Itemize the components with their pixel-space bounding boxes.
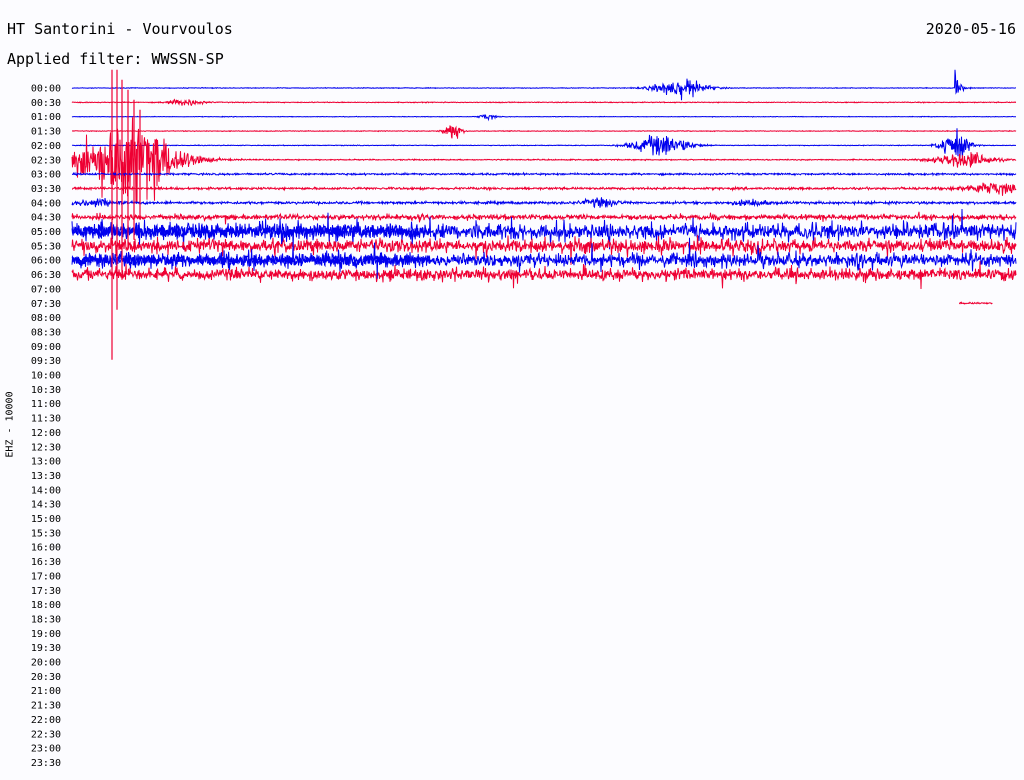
row-time-label: 15:00 xyxy=(31,514,61,525)
row-time-label: 21:30 xyxy=(31,701,61,712)
row-time-label: 04:00 xyxy=(31,198,61,209)
trace-segment-0730 xyxy=(958,301,993,305)
row-time-label: 06:00 xyxy=(31,256,61,267)
row-time-label: 02:30 xyxy=(31,155,61,166)
row-time-label: 13:00 xyxy=(31,457,61,468)
trace-0200 xyxy=(71,128,1016,160)
row-time-label: 11:00 xyxy=(31,399,61,410)
row-time-label: 03:00 xyxy=(31,170,61,181)
row-time-label: 00:30 xyxy=(31,98,61,109)
row-time-label: 07:30 xyxy=(31,299,61,310)
row-time-label: 16:00 xyxy=(31,543,61,554)
trace-0230 xyxy=(71,117,1017,205)
row-time-label: 17:30 xyxy=(31,586,61,597)
row-time-label: 22:00 xyxy=(31,715,61,726)
row-time-label: 19:00 xyxy=(31,629,61,640)
trace-0100 xyxy=(71,113,1016,122)
row-time-label: 09:00 xyxy=(31,342,61,353)
row-time-label: 20:30 xyxy=(31,672,61,683)
row-time-label: 01:30 xyxy=(31,127,61,138)
row-time-label: 18:30 xyxy=(31,614,61,625)
helicorder-plot: 00:00 00:30 01:00 01:30 02:00 02:30 03:00 03:30… xyxy=(31,69,1017,769)
row-time-label: 03:30 xyxy=(31,184,61,195)
row-time-label: 23:00 xyxy=(31,744,61,755)
row-time-label: 12:30 xyxy=(31,442,61,453)
row-time-label: 20:00 xyxy=(31,658,61,669)
seismogram-page: HT Santorini - Vourvoulos 2020-05-16 App… xyxy=(0,0,1024,780)
row-time-label: 21:00 xyxy=(31,686,61,697)
row-time-label: 09:30 xyxy=(31,356,61,367)
row-time-label: 01:00 xyxy=(31,112,61,123)
row-time-label: 13:30 xyxy=(31,471,61,482)
row-time-label: 00:00 xyxy=(31,84,61,95)
row-time-label: 05:00 xyxy=(31,227,61,238)
row-time-label: 10:00 xyxy=(31,371,61,382)
trace-0300 xyxy=(71,171,1017,177)
row-time-label: 15:30 xyxy=(31,528,61,539)
row-time-label: 08:30 xyxy=(31,327,61,338)
row-time-label: 14:00 xyxy=(31,485,61,496)
trace-0400 xyxy=(71,197,1017,209)
trace-0130 xyxy=(72,125,1017,139)
row-time-label: 16:30 xyxy=(31,557,61,568)
row-time-label: 05:30 xyxy=(31,241,61,252)
row-time-label: 12:00 xyxy=(31,428,61,439)
row-time-label: 07:00 xyxy=(31,284,61,295)
row-time-label: 14:30 xyxy=(31,500,61,511)
row-time-label: 23:30 xyxy=(31,758,61,769)
row-time-label: 06:30 xyxy=(31,270,61,281)
trace-0030 xyxy=(71,98,1017,107)
trace-0430 xyxy=(71,211,1017,225)
row-time-label: 02:00 xyxy=(31,141,61,152)
trace-0330 xyxy=(72,182,1017,196)
row-time-label: 11:30 xyxy=(31,414,61,425)
row-time-label: 04:30 xyxy=(31,213,61,224)
row-time-label: 22:30 xyxy=(31,729,61,740)
row-time-label: 17:00 xyxy=(31,571,61,582)
row-time-label: 10:30 xyxy=(31,385,61,396)
trace-0000 xyxy=(71,69,1016,101)
row-time-label: 19:30 xyxy=(31,643,61,654)
row-time-label: 18:00 xyxy=(31,600,61,611)
row-time-label: 08:00 xyxy=(31,313,61,324)
